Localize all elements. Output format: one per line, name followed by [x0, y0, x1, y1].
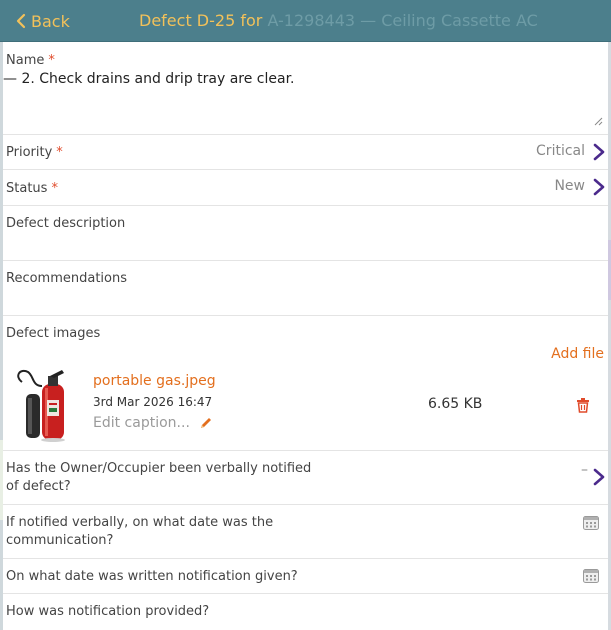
owner-notified-value[interactable]: – — [581, 462, 588, 478]
trash-icon[interactable] — [575, 397, 591, 413]
calendar-icon[interactable] — [583, 569, 599, 583]
written-notification-date-label: On what date was written notification gi… — [6, 569, 298, 584]
name-label: Name * — [6, 53, 55, 68]
status-label: Status * — [6, 181, 58, 196]
recommendations-label: Recommendations — [6, 271, 128, 286]
top-nav-bar: Back Defect D-25 for A-1298443 — Ceiling… — [0, 0, 611, 42]
status-row[interactable]: Status * New — [3, 170, 608, 206]
notification-method-label: How was notification provided? — [6, 604, 210, 619]
file-name-link[interactable]: portable gas.jpeg — [93, 373, 216, 389]
page-title-main: Defect D-25 for — [139, 11, 263, 30]
back-button[interactable]: Back — [16, 8, 70, 34]
add-file-button[interactable]: Add file — [551, 346, 604, 362]
caption-edit[interactable]: Edit caption... — [93, 415, 214, 431]
defect-description-row[interactable]: Defect description — [3, 206, 608, 261]
chevron-right-icon[interactable] — [592, 143, 606, 161]
priority-value[interactable]: Critical — [536, 143, 585, 159]
chevron-right-icon[interactable] — [592, 178, 606, 196]
verbal-notification-date-label: If notified verbally, on what date was t… — [6, 515, 274, 548]
page-title: Defect D-25 for A-1298443 — Ceiling Cass… — [139, 11, 538, 30]
name-field-row: Name * — 2. Check drains and drip tray ar… — [3, 42, 608, 135]
file-date: 3rd Mar 2026 16:47 — [93, 395, 213, 409]
defect-images-label: Defect images — [6, 326, 101, 341]
priority-label: Priority * — [6, 145, 63, 160]
status-value[interactable]: New — [554, 178, 585, 194]
written-notification-date-row[interactable]: On what date was written notification gi… — [3, 559, 608, 594]
owner-notified-row[interactable]: Has the Owner/Occupier been verbally not… — [3, 451, 608, 505]
resize-grip-icon[interactable] — [593, 116, 603, 126]
verbal-notification-date-row[interactable]: If notified verbally, on what date was t… — [3, 505, 608, 559]
pencil-icon[interactable] — [198, 415, 214, 431]
back-chevron-icon — [16, 13, 26, 29]
image-thumbnail[interactable] — [12, 364, 72, 444]
calendar-icon[interactable] — [583, 516, 599, 530]
back-button-label: Back — [31, 11, 70, 31]
priority-row[interactable]: Priority * Critical — [3, 135, 608, 170]
chevron-right-icon[interactable] — [592, 468, 606, 486]
caption-placeholder: Edit caption... — [93, 415, 190, 431]
file-size: 6.65 KB — [428, 396, 483, 412]
defect-images-section: Defect images Add file portable gas.jpeg… — [3, 316, 608, 451]
page-title-asset: A-1298443 — Ceiling Cassette AC — [267, 11, 538, 30]
name-textarea[interactable]: — 2. Check drains and drip tray are clea… — [3, 71, 295, 87]
owner-notified-label: Has the Owner/Occupier been verbally not… — [6, 461, 312, 494]
defect-description-label: Defect description — [6, 216, 126, 231]
recommendations-row[interactable]: Recommendations — [3, 261, 608, 316]
notification-method-row[interactable]: How was notification provided? — [3, 594, 608, 630]
